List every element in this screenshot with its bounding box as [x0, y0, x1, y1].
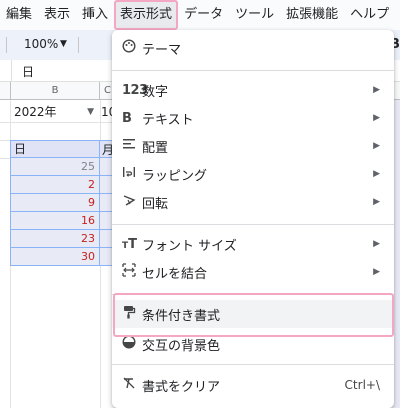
menu-item-label: フォント サイズ [142, 238, 237, 254]
bold-b-icon: B [122, 110, 132, 126]
menu-divider [112, 70, 394, 71]
text-rotation-icon [112, 193, 142, 211]
menu-extensions[interactable]: 拡張機能 [280, 0, 344, 30]
toolbar-divider [6, 37, 7, 53]
menu-item-label: 書式をクリア [142, 379, 221, 395]
year-select[interactable]: 2022年 ▼ [12, 102, 98, 122]
toolbar-divider [78, 37, 79, 53]
font-size-icon: TT [122, 236, 138, 252]
menu-item-label: テーマ [142, 42, 182, 58]
menu-item-clear-formatting[interactable]: 書式をクリア Ctrl+\ [112, 371, 394, 399]
text-wrap-icon [112, 165, 142, 183]
menu-item-conditional-formatting[interactable]: 条件付き書式 [112, 300, 394, 328]
menu-item-label: 配置 [142, 140, 169, 156]
menu-format[interactable]: 表示形式 [114, 0, 179, 30]
menu-divider [112, 294, 394, 295]
menu-edit[interactable]: 編集 [0, 0, 38, 30]
menu-item-alignment[interactable]: 配置 ▶ [112, 132, 394, 160]
menu-item-wrapping[interactable]: ラッピング ▶ [112, 160, 394, 188]
menu-tools[interactable]: ツール [229, 0, 280, 30]
calendar-column-b: 日 25 2 9 16 23 30 [10, 140, 100, 266]
menu-item-label: セルを結合 [142, 266, 208, 282]
submenu-arrow-icon: ▶ [373, 85, 380, 95]
menu-item-alternating-colors[interactable]: 交互の背景色 [112, 330, 394, 358]
table-cell[interactable]: 9 [10, 194, 100, 212]
menu-item-text[interactable]: B テキスト ▶ [112, 104, 394, 132]
menu-item-label: 条件付き書式 [142, 308, 221, 324]
chevron-down-icon[interactable]: ▼ [87, 102, 94, 122]
menu-item-label: ラッピング [142, 168, 208, 184]
paint-roller-icon [112, 305, 142, 323]
menu-item-font-size[interactable]: TT フォント サイズ ▶ [112, 230, 394, 258]
menu-item-number[interactable]: 123 数字 ▶ [112, 76, 394, 104]
menu-last-partial[interactable]: 最 [395, 0, 400, 30]
palette-icon [112, 39, 142, 57]
menu-divider [112, 364, 394, 365]
submenu-arrow-icon: ▶ [373, 113, 380, 123]
submenu-arrow-icon: ▶ [373, 239, 380, 249]
menu-item-label: テキスト [142, 112, 194, 128]
formula-value[interactable]: 日 [22, 63, 34, 80]
table-cell[interactable]: 23 [10, 230, 100, 248]
submenu-arrow-icon: ▶ [373, 169, 380, 179]
menu-help[interactable]: ヘルプ [344, 0, 395, 30]
menu-item-label: 回転 [142, 196, 169, 212]
menu-insert[interactable]: 挿入 [76, 0, 114, 30]
alternating-colors-icon [112, 335, 142, 353]
table-cell[interactable]: 25 [10, 158, 100, 176]
table-cell[interactable]: 16 [10, 212, 100, 230]
menu-divider [112, 224, 394, 225]
column-header-b[interactable]: B [10, 82, 100, 100]
merge-cells-icon [112, 263, 142, 281]
submenu-arrow-icon: ▶ [373, 141, 380, 151]
menu-bar: 編集 表示 挿入 表示形式 データ ツール 拡張機能 ヘルプ 最 [0, 0, 400, 30]
menu-data[interactable]: データ [178, 0, 229, 30]
menu-item-label: 数字 [142, 84, 169, 100]
menu-item-label: 交互の背景色 [142, 338, 221, 354]
menu-item-merge-cells[interactable]: セルを結合 ▶ [112, 258, 394, 286]
menu-view[interactable]: 表示 [38, 0, 76, 30]
align-left-icon [112, 138, 142, 154]
zoom-select[interactable]: 100% [24, 37, 58, 51]
year-select-value: 2022年 [14, 105, 57, 119]
format-menu: テーマ 123 数字 ▶ B テキスト ▶ 配置 ▶ ラッピング ▶ 回転 ▶ … [112, 30, 394, 408]
submenu-arrow-icon: ▶ [373, 267, 380, 277]
clear-format-icon [112, 376, 142, 394]
name-box[interactable] [0, 60, 12, 82]
table-header-cell[interactable]: 日 [10, 140, 100, 158]
table-cell[interactable]: 30 [10, 248, 100, 266]
chevron-down-icon[interactable]: ▼ [60, 39, 67, 49]
menu-item-rotation[interactable]: 回転 ▶ [112, 188, 394, 216]
numbers-123-icon: 123 [122, 82, 148, 98]
table-cell[interactable]: 2 [10, 176, 100, 194]
menu-item-theme[interactable]: テーマ [112, 34, 394, 62]
submenu-arrow-icon: ▶ [373, 197, 380, 207]
shortcut-hint: Ctrl+\ [344, 378, 380, 392]
